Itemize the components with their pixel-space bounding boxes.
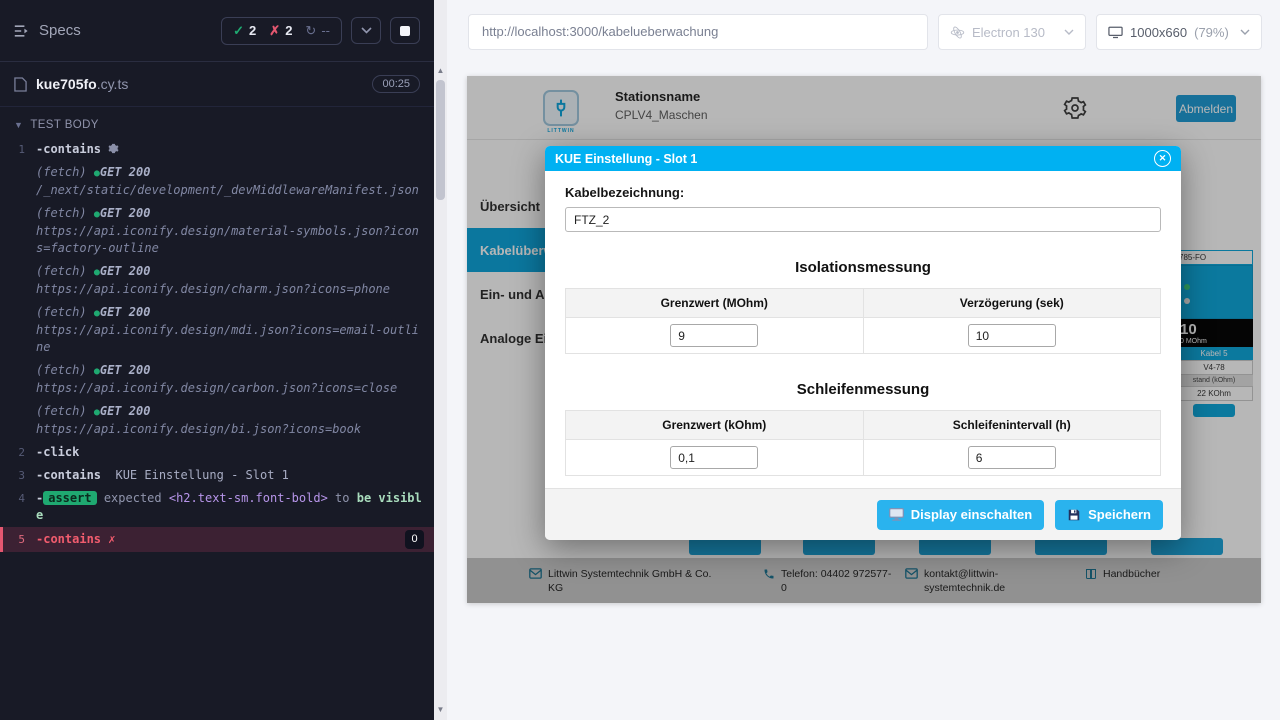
grenzwert-kohm-input[interactable] xyxy=(670,446,758,469)
gear-icon xyxy=(108,143,119,154)
aut-viewport: LITTWIN Stationsname CPLV4_Maschen Abmel… xyxy=(467,76,1261,603)
column-header: Grenzwert (MOhm) xyxy=(566,289,864,318)
kabelbezeichnung-label: Kabelbezeichnung: xyxy=(565,185,1161,200)
stat-pending: ↻-- xyxy=(305,23,330,39)
viewport-selector[interactable]: 1000x660 (79%) xyxy=(1096,14,1262,50)
refresh-icon: ↻ xyxy=(305,23,316,39)
kabelbezeichnung-input[interactable] xyxy=(565,207,1161,232)
close-icon[interactable]: ✕ xyxy=(1154,150,1171,167)
grenzwert-mohm-input[interactable] xyxy=(670,324,758,347)
column-header: Verzögerung (sek) xyxy=(863,289,1161,318)
specs-label: Specs xyxy=(39,22,81,39)
stat-failed: ✗2 xyxy=(269,23,292,39)
speichern-button[interactable]: Speichern xyxy=(1055,500,1163,530)
specs-menu-button[interactable]: Specs xyxy=(14,22,81,39)
main-area: http://localhost:3000/kabelueberwachung … xyxy=(447,0,1280,720)
fetch-log-row[interactable]: (fetch) ●GET 200https://api.iconify.desi… xyxy=(0,260,434,301)
suite-test-body[interactable]: ▼ TEST BODY xyxy=(0,107,434,138)
column-header: Schleifenintervall (h) xyxy=(863,411,1161,440)
spec-file-name: kue705fo.cy.ts xyxy=(36,76,128,92)
kue-settings-modal: KUE Einstellung - Slot 1 ✕ Kabelbezeichn… xyxy=(545,146,1181,540)
schleifenmessung-heading: Schleifenmessung xyxy=(565,381,1161,398)
display-einschalten-button[interactable]: Display einschalten xyxy=(877,500,1044,530)
stop-icon xyxy=(400,26,410,36)
cross-icon: ✗ xyxy=(269,23,280,39)
command-row-contains-1[interactable]: 1 -contains xyxy=(0,138,434,161)
command-row-contains-3[interactable]: 3 -contains KUE Einstellung - Slot 1 xyxy=(0,464,434,487)
chevron-down-icon xyxy=(361,27,372,34)
modal-footer: Display einschalten Speichern xyxy=(545,488,1181,540)
display-icon xyxy=(889,508,904,521)
specs-list-icon xyxy=(14,24,30,38)
modal-body: Kabelbezeichnung: Isolationsmessung Gren… xyxy=(545,171,1181,476)
scrollbar-thumb[interactable] xyxy=(436,80,445,200)
count-badge: 0 xyxy=(405,530,424,549)
file-icon xyxy=(14,77,27,92)
fetch-log-row[interactable]: (fetch) ●GET 200https://api.iconify.desi… xyxy=(0,359,434,400)
chevron-down-icon: ▼ xyxy=(14,120,23,130)
scroll-down-icon[interactable]: ▼ xyxy=(434,703,447,716)
reporter-header: Specs ✓2 ✗2 ↻-- xyxy=(0,0,434,62)
monitor-icon xyxy=(1108,26,1123,39)
browser-selector[interactable]: Electron 130 xyxy=(938,14,1086,50)
cypress-reporter-panel: Specs ✓2 ✗2 ↻-- kue705fo.cy.ts 00:25 ▼ T… xyxy=(0,0,434,720)
modal-title: KUE Einstellung - Slot 1 xyxy=(555,152,697,166)
fetch-log-row[interactable]: (fetch) ●GET 200https://api.iconify.desi… xyxy=(0,400,434,441)
chevron-down-icon xyxy=(1064,29,1074,35)
spec-timer: 00:25 xyxy=(372,75,420,93)
spec-file-row[interactable]: kue705fo.cy.ts 00:25 xyxy=(0,62,434,107)
isolationsmessung-table: Grenzwert (MOhm) Verzögerung (sek) xyxy=(565,288,1161,354)
check-icon: ✓ xyxy=(233,23,244,39)
isolationsmessung-heading: Isolationsmessung xyxy=(565,259,1161,276)
electron-icon xyxy=(950,25,965,40)
stat-passed: ✓2 xyxy=(233,23,256,39)
schleifenintervall-input[interactable] xyxy=(968,446,1056,469)
fetch-log-row[interactable]: (fetch) ●GET 200https://api.iconify.desi… xyxy=(0,301,434,359)
fetch-log-row[interactable]: (fetch) ●GET 200/_next/static/developmen… xyxy=(0,161,434,202)
command-log: 1 -contains (fetch) ●GET 200/_next/stati… xyxy=(0,138,434,552)
command-row-contains-failed[interactable]: 5 -contains ✗ 0 xyxy=(0,527,434,552)
stop-button[interactable] xyxy=(390,17,420,44)
chevron-down-icon xyxy=(1240,29,1250,35)
save-floppy-icon xyxy=(1067,508,1081,522)
page: Specs ✓2 ✗2 ↻-- kue705fo.cy.ts 00:25 ▼ T… xyxy=(0,0,1280,720)
scroll-up-icon[interactable]: ▲ xyxy=(434,64,447,77)
collapse-chevron-button[interactable] xyxy=(351,17,381,44)
modal-header: KUE Einstellung - Slot 1 ✕ xyxy=(545,146,1181,171)
column-header: Grenzwert (kOhm) xyxy=(566,411,864,440)
url-bar[interactable]: http://localhost:3000/kabelueberwachung xyxy=(468,14,928,50)
fetch-log-row[interactable]: (fetch) ●GET 200https://api.iconify.desi… xyxy=(0,202,434,260)
command-row-click[interactable]: 2 -click xyxy=(0,441,434,464)
schleifenmessung-table: Grenzwert (kOhm) Schleifenintervall (h) xyxy=(565,410,1161,476)
fail-cross-icon: ✗ xyxy=(108,532,115,546)
command-row-assert[interactable]: 4 -assert expected <h2.text-sm.font-bold… xyxy=(0,487,434,527)
verzoegerung-sek-input[interactable] xyxy=(968,324,1056,347)
test-stats: ✓2 ✗2 ↻-- xyxy=(221,17,342,45)
reporter-scrollbar[interactable]: ▲ ▼ xyxy=(434,0,447,720)
